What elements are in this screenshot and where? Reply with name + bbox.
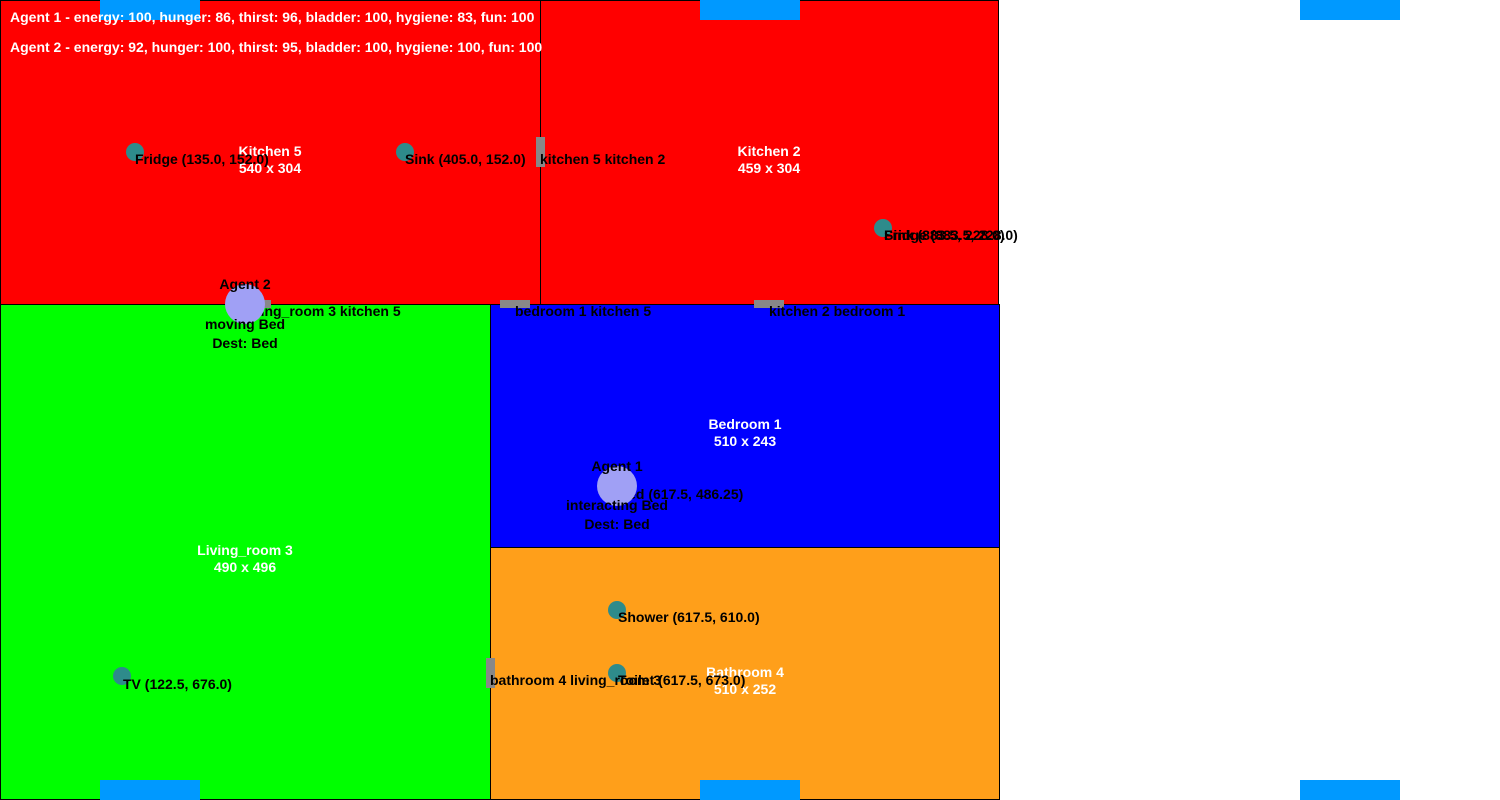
- sink-label: Sink (405.0, 152.0): [405, 151, 526, 167]
- tv-label: TV (122.5, 676.0): [123, 676, 232, 692]
- agent-2-state: moving Bed: [204, 316, 286, 332]
- room-name: Living_room 3: [197, 542, 293, 558]
- agent-2-stats: Agent 2 - energy: 92, hunger: 100, thirs…: [10, 39, 543, 55]
- room-size: 490 x 496: [213, 559, 277, 575]
- agent-2-name: Agent 2: [219, 276, 271, 292]
- fridge-label: Fridge (883.5, 228.0): [884, 227, 1018, 243]
- room-label-kitchen-2: Kitchen 2 459 x 304: [737, 143, 800, 177]
- room-label-living-room-3: Living_room 3 490 x 496: [197, 542, 293, 576]
- door-label: bathroom 4 living_room 3: [490, 672, 662, 688]
- door-label: kitchen 5 kitchen 2: [540, 151, 666, 167]
- door-label: kitchen 2 bedroom 1: [769, 303, 906, 319]
- room-label-bedroom-1: Bedroom 1 510 x 243: [708, 416, 781, 450]
- agent-1-name: Agent 1: [591, 458, 643, 474]
- room-size: 510 x 243: [713, 433, 777, 449]
- window: [700, 780, 800, 800]
- window: [1300, 780, 1400, 800]
- room-size: 459 x 304: [737, 160, 801, 176]
- window: [700, 0, 800, 20]
- agent-1-stats: Agent 1 - energy: 100, hunger: 86, thirs…: [10, 9, 535, 25]
- room-name: Kitchen 2: [737, 143, 801, 159]
- agent-1-state: interacting Bed: [566, 497, 668, 513]
- agent-1-info: interacting Bed Dest: Bed: [566, 496, 668, 534]
- shower-label: Shower (617.5, 610.0): [618, 609, 760, 625]
- fridge-label: Fridge (135.0, 152.0): [135, 151, 269, 167]
- window: [100, 780, 200, 800]
- agent-1-dest: Dest: Bed: [584, 516, 650, 532]
- door-label: bedroom 1 kitchen 5: [515, 303, 652, 319]
- room-name: Bedroom 1: [708, 416, 782, 432]
- agent-2-info: moving Bed Dest: Bed: [205, 315, 285, 353]
- window: [1300, 0, 1400, 20]
- agent-2-dest: Dest: Bed: [212, 335, 278, 351]
